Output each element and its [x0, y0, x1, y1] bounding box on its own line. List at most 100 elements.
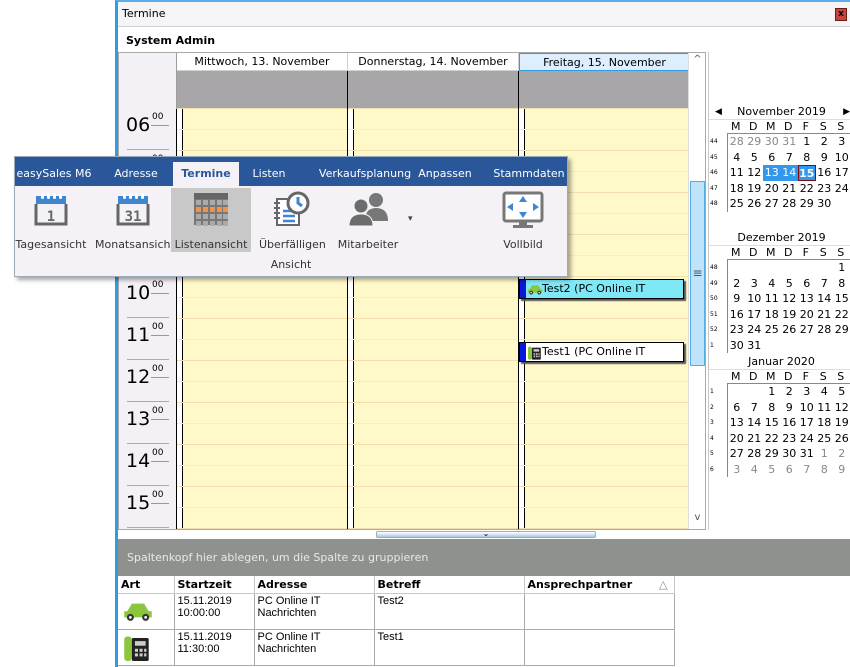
day-cell[interactable]: 19 [833, 415, 850, 431]
day-cell[interactable]: 29 [833, 322, 850, 338]
day-header[interactable]: Donnerstag, 14. November [348, 53, 519, 71]
mitarbeiter-dropdown-arrow[interactable]: ▾ [408, 214, 413, 224]
day-cell[interactable]: 7 [816, 276, 834, 292]
ribbon-tab-stammdaten[interactable]: Stammdaten [489, 157, 569, 186]
ribbon-tab-easysales-m6[interactable]: easySales M6 [15, 157, 93, 186]
day-cell[interactable]: 6 [763, 150, 781, 166]
day-cell[interactable]: 8 [816, 462, 834, 478]
day-cell[interactable]: 16 [728, 307, 746, 323]
scroll-up-button[interactable]: ^ [689, 54, 705, 70]
day-cell[interactable]: 29 [763, 446, 781, 462]
ribbon-button-monatsansicht[interactable]: 31 Monatsansicht [95, 188, 175, 252]
column-header-startzeit[interactable]: Startzeit [174, 576, 255, 594]
ribbon-button--berf-lligen[interactable]: Überfälligen [259, 188, 326, 252]
scroll-thumb[interactable]: ≡ [690, 181, 705, 366]
table-row[interactable]: 15.11.2019 10:00:00 PC Online IT Nachrichte… [118, 593, 675, 630]
day-cell[interactable]: 17 [746, 307, 764, 323]
day-cell[interactable]: 12 [781, 291, 799, 307]
day-cell[interactable]: 10 [798, 400, 816, 416]
day-cell[interactable]: 1 [798, 134, 816, 150]
day-cell[interactable]: 15 [798, 165, 816, 181]
day-cell[interactable]: 23 [728, 322, 746, 338]
appointment[interactable]: Test2 (PC Online IT [519, 279, 684, 299]
day-cell[interactable]: 23 [816, 181, 834, 197]
day-cell[interactable]: 4 [746, 462, 764, 478]
ribbon-tab-adresse[interactable]: Adresse [97, 157, 175, 186]
day-cell[interactable]: 14 [816, 291, 834, 307]
day-cell[interactable]: 8 [798, 150, 816, 166]
day-cell[interactable]: 30 [728, 338, 746, 354]
day-cell[interactable]: 8 [833, 276, 850, 292]
day-cell[interactable]: 6 [781, 462, 799, 478]
day-cell[interactable]: 20 [798, 307, 816, 323]
day-cell[interactable]: 6 [798, 276, 816, 292]
day-cell[interactable]: 30 [781, 446, 799, 462]
day-cell[interactable]: 16 [781, 415, 799, 431]
ribbon-button-vollbild[interactable]: Vollbild [493, 188, 553, 252]
day-cell[interactable]: 17 [833, 165, 850, 181]
column-header-art[interactable]: Art [118, 576, 175, 594]
group-by-area[interactable]: Spaltenkopf hier ablegen, um die Spalte … [118, 539, 850, 576]
day-cell[interactable]: 21 [781, 181, 799, 197]
day-cell[interactable]: 15 [763, 415, 781, 431]
day-cell[interactable]: 1 [816, 446, 834, 462]
day-cell[interactable]: 27 [798, 322, 816, 338]
day-cell[interactable]: 27 [763, 196, 781, 212]
day-cell[interactable]: 24 [746, 322, 764, 338]
day-cell[interactable]: 13 [728, 415, 746, 431]
day-header[interactable]: Freitag, 15. November [519, 53, 690, 71]
day-cell[interactable]: 28 [728, 134, 746, 150]
appointment[interactable]: Test1 (PC Online IT [519, 342, 684, 362]
day-cell[interactable]: 12 [746, 165, 764, 181]
day-cell[interactable]: 9 [816, 150, 834, 166]
table-row[interactable]: 15.11.2019 11:30:00 PC Online IT Nachrichte… [118, 629, 675, 666]
day-cell[interactable]: 10 [833, 150, 850, 166]
ribbon-button-listenansicht[interactable]: Listenansicht [171, 188, 251, 252]
all-day-area[interactable] [348, 71, 519, 109]
day-cell[interactable]: 7 [746, 400, 764, 416]
day-cell[interactable]: 30 [816, 196, 834, 212]
day-cell[interactable]: 11 [816, 400, 834, 416]
day-cell[interactable]: 2 [816, 134, 834, 150]
day-cell[interactable]: 26 [833, 431, 850, 447]
ribbon-tab-termine[interactable]: Termine [173, 162, 239, 186]
day-cell[interactable]: 13 [763, 165, 781, 181]
day-cell[interactable]: 18 [728, 181, 746, 197]
day-cell[interactable]: 12 [833, 400, 850, 416]
ribbon-button-tagesansicht[interactable]: 1 Tagesansicht [15, 188, 87, 252]
day-cell[interactable]: 19 [781, 307, 799, 323]
all-day-area[interactable] [177, 71, 348, 109]
day-cell[interactable]: 27 [728, 446, 746, 462]
day-cell[interactable]: 29 [746, 134, 764, 150]
day-cell[interactable]: 11 [728, 165, 746, 181]
day-cell[interactable]: 28 [746, 446, 764, 462]
day-cell[interactable]: 5 [833, 384, 850, 400]
column-header-ansprechpartner[interactable]: Ansprechpartner △ [524, 576, 675, 594]
day-cell[interactable]: 9 [728, 291, 746, 307]
day-cell[interactable]: 18 [763, 307, 781, 323]
day-cell[interactable]: 7 [781, 150, 799, 166]
close-button[interactable]: x [835, 8, 847, 21]
day-cell[interactable]: 14 [780, 165, 798, 181]
day-cell[interactable]: 22 [833, 307, 850, 323]
day-cell[interactable]: 31 [798, 446, 816, 462]
day-cell[interactable]: 3 [798, 384, 816, 400]
day-cell[interactable]: 5 [746, 150, 764, 166]
day-cell[interactable]: 14 [746, 415, 764, 431]
day-cell[interactable]: 5 [781, 276, 799, 292]
day-cell[interactable]: 22 [763, 431, 781, 447]
next-month-button[interactable]: ▶ [843, 104, 850, 120]
day-cell[interactable]: 21 [746, 431, 764, 447]
ribbon-button-mitarbeiter[interactable]: Mitarbeiter [331, 188, 405, 252]
column-header-adresse[interactable]: Adresse [254, 576, 375, 594]
day-cell[interactable]: 7 [798, 462, 816, 478]
day-cell[interactable]: 25 [816, 431, 834, 447]
scroll-down-button[interactable]: v [689, 512, 705, 528]
day-cell[interactable]: 28 [816, 322, 834, 338]
day-cell[interactable]: 11 [763, 291, 781, 307]
day-cell[interactable]: 25 [728, 196, 746, 212]
day-cell[interactable]: 24 [798, 431, 816, 447]
day-cell[interactable]: 3 [728, 462, 746, 478]
day-cell[interactable]: 31 [746, 338, 764, 354]
day-cell[interactable]: 4 [816, 384, 834, 400]
